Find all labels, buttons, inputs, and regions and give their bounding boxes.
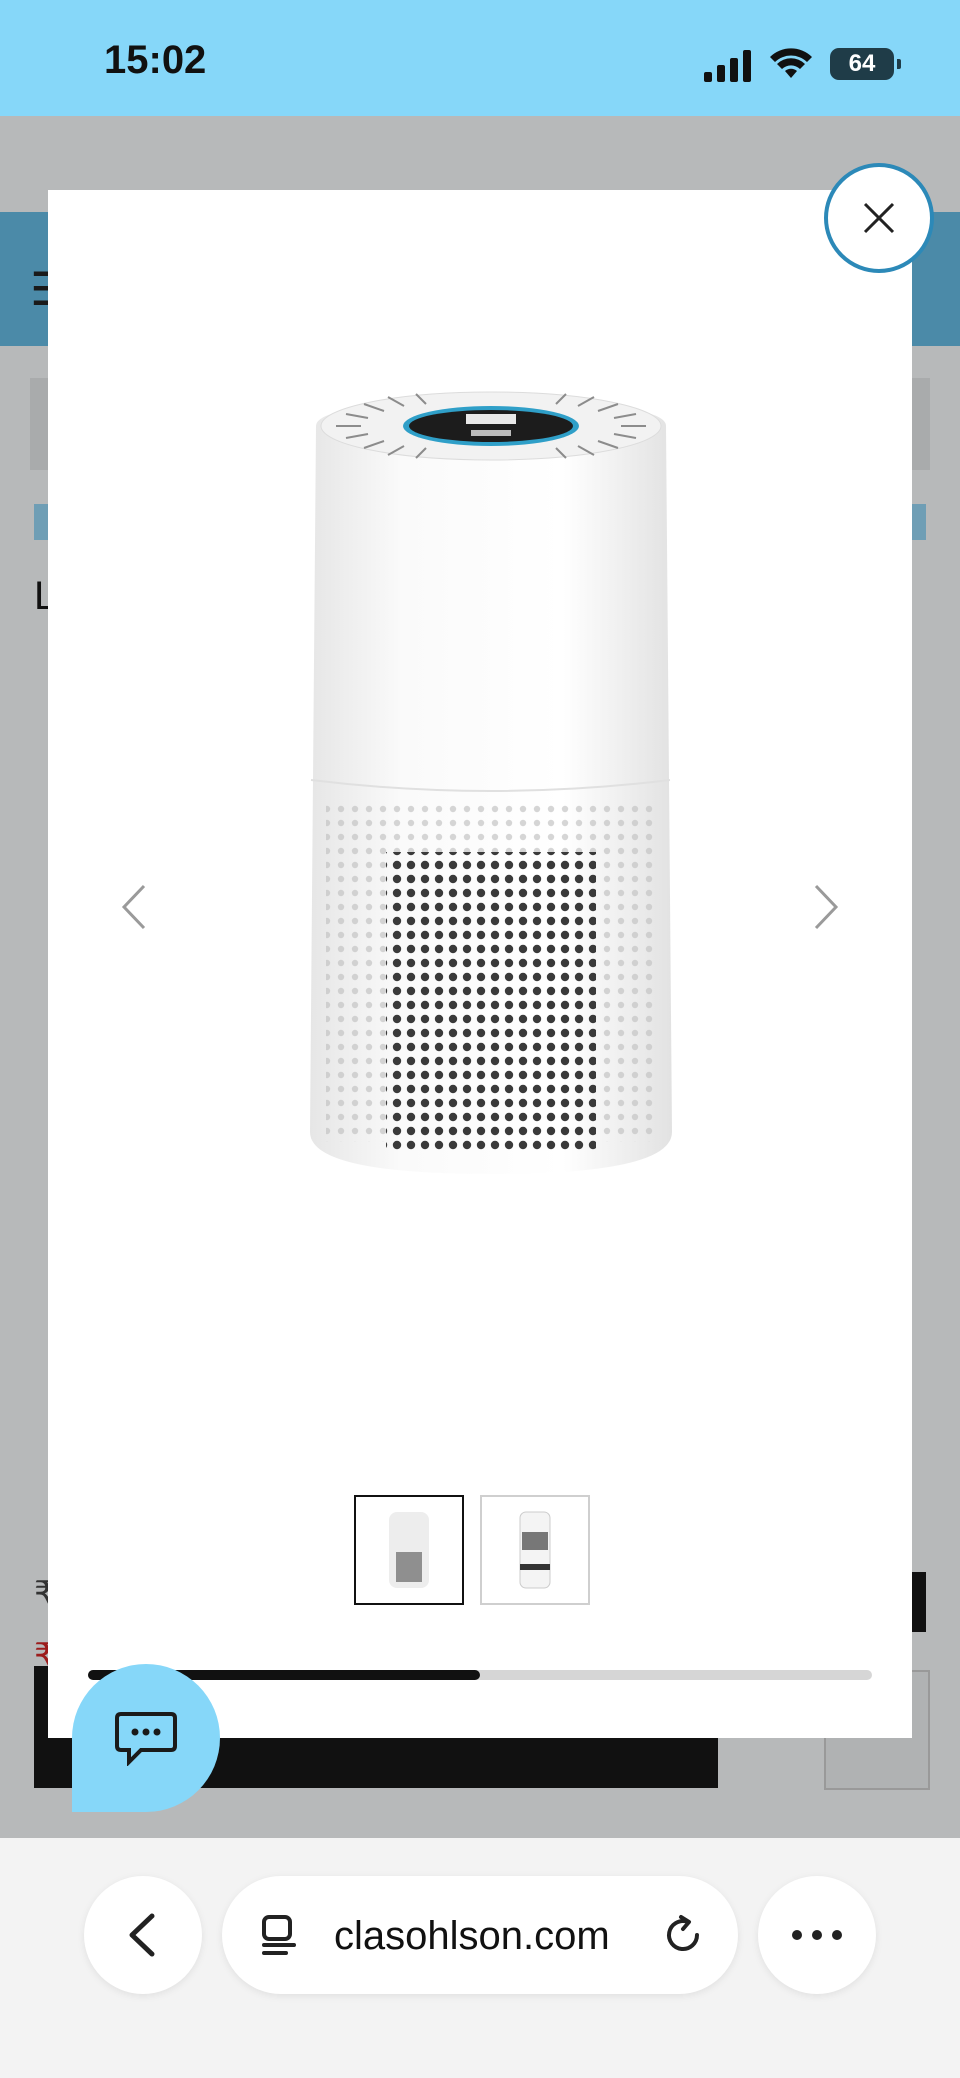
chevron-left-icon <box>121 884 146 930</box>
tab-overview-icon <box>262 1915 296 1955</box>
thumbnail-image <box>519 1511 551 1589</box>
chevron-right-icon <box>814 884 839 930</box>
more-dots-icon <box>792 1930 842 1940</box>
chat-button[interactable] <box>72 1664 220 1812</box>
status-bar: 15:02 64 <box>0 0 960 116</box>
url-text: clasohlson.com <box>334 1914 610 1958</box>
browser-toolbar: clasohlson.com <box>0 1838 960 2078</box>
product-image <box>310 391 672 1174</box>
signal-bars-icon <box>704 50 751 82</box>
chat-bubble-icon <box>115 1712 177 1766</box>
thumbnail-2[interactable] <box>480 1495 590 1605</box>
battery-indicator: 64 <box>830 48 901 80</box>
thumbnail-image <box>389 1512 429 1588</box>
status-icons: 64 <box>696 44 901 84</box>
carousel-progress <box>88 1670 872 1680</box>
previous-image-button[interactable] <box>114 880 154 934</box>
browser-back-button[interactable] <box>84 1876 202 1994</box>
browser-more-button[interactable] <box>758 1876 876 1994</box>
status-time: 15:02 <box>104 38 207 82</box>
close-button[interactable] <box>824 163 934 273</box>
chevron-left-icon <box>129 1913 155 1957</box>
reload-icon[interactable] <box>662 1914 704 1956</box>
close-icon <box>863 202 895 234</box>
next-image-button[interactable] <box>806 880 846 934</box>
thumbnail-1[interactable] <box>354 1495 464 1605</box>
address-bar[interactable]: clasohlson.com <box>222 1876 738 1994</box>
wifi-icon <box>770 48 812 78</box>
image-gallery-modal <box>48 190 912 1738</box>
